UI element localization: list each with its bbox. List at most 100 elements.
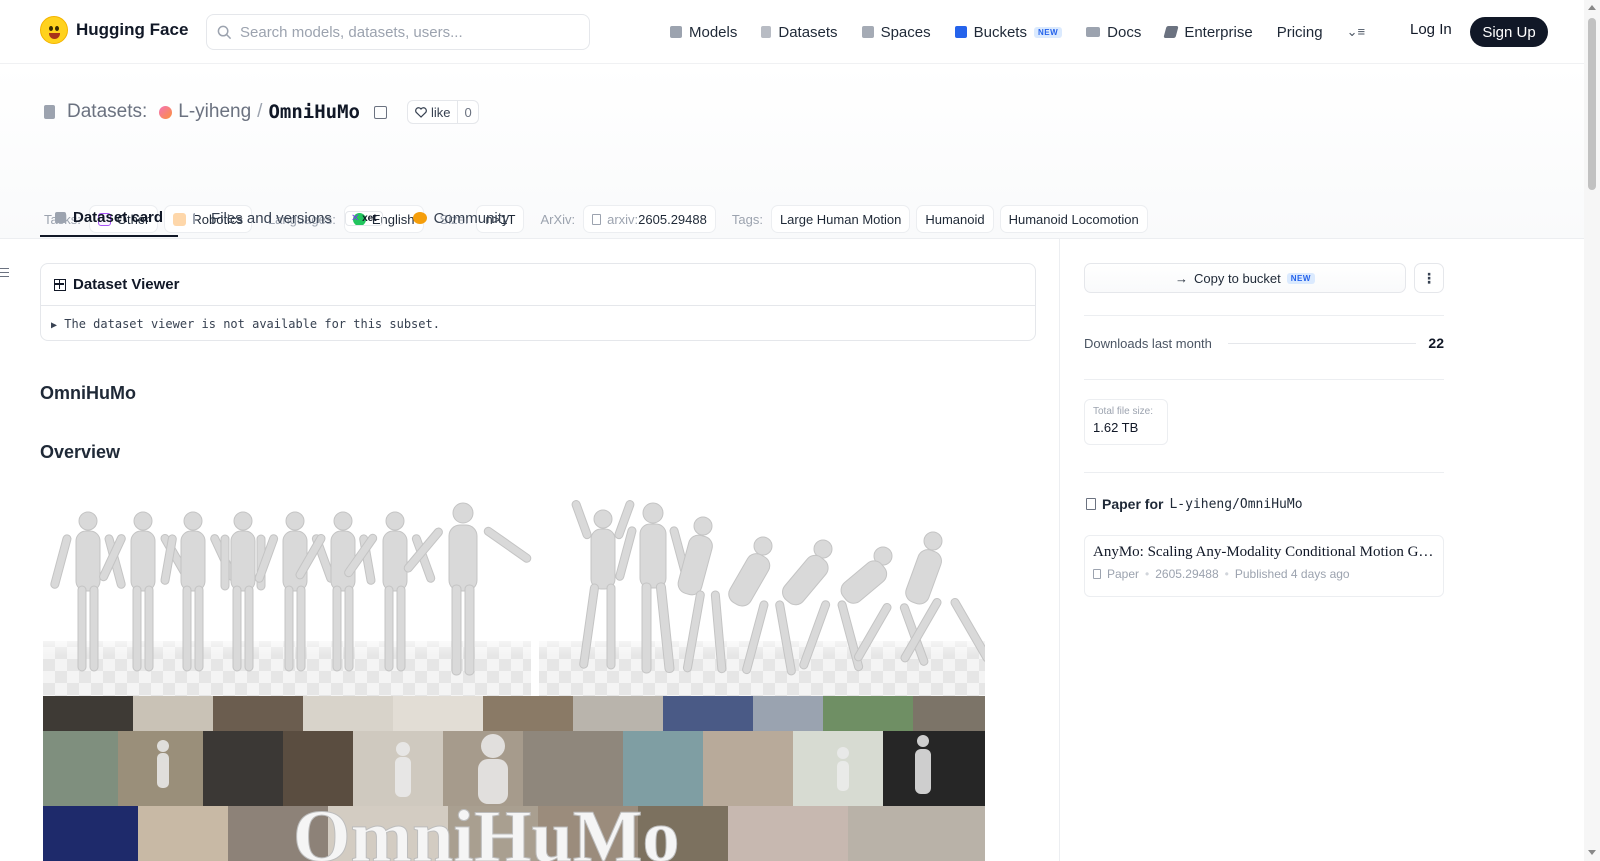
nav-spaces-label: Spaces [880,23,931,41]
arxiv-prefix: arxiv: [607,211,639,227]
file-size-value: 1.62 TB [1093,420,1139,435]
disclosure-triangle-icon: ▶ [51,320,58,331]
file-size-label: Total file size: [1093,406,1154,417]
bucket-actions: → Copy to bucket NEW ⋮ [1084,263,1444,293]
tag-humanoid-locomotion[interactable]: Humanoid Locomotion [999,205,1148,233]
hero-title-text: OmniHuMo [293,796,679,861]
more-menu-icon[interactable]: ⌄≡ [1347,24,1365,40]
hugging-emoji-icon [412,212,427,224]
paper-published: Published 4 days ago [1234,567,1350,581]
section-divider [1084,379,1444,380]
tab-community[interactable]: Community [398,199,525,237]
arrow-right-icon: → [1175,270,1189,286]
section-divider [1084,472,1444,473]
viewer-message: The dataset viewer is not available for … [64,317,440,331]
tag-label-text: Humanoid Locomotion [1008,211,1139,227]
viewer-details[interactable]: ▶ The dataset viewer is not available fo… [41,306,1035,342]
new-badge: NEW [1286,272,1315,284]
downloads-stat: Downloads last month 22 [1084,335,1444,351]
grid-icon [861,26,874,38]
nav-buckets[interactable]: Buckets NEW [954,20,1063,44]
enterprise-icon [1163,26,1179,38]
nav-pricing[interactable]: Pricing [1277,20,1323,44]
path-separator: / [257,101,263,122]
repo-header: Datasets: L-yiheng / OmniHuMo like 0 Tas… [0,64,1584,239]
search-box[interactable] [206,14,590,50]
tag-label-text: Humanoid [925,211,985,227]
bucket-icon [954,26,967,38]
signup-button[interactable]: Sign Up [1470,17,1548,47]
viewer-header: Dataset Viewer [41,264,1035,306]
paper-card[interactable]: AnyMo: Scaling Any-Modality Conditional … [1084,535,1444,597]
copy-bucket-label: Copy to bucket [1194,270,1281,286]
top-navbar: Hugging Face Models Datasets Spaces Buck… [0,0,1584,64]
meta-dot: • [1224,567,1229,581]
tab-label: Community [433,209,510,227]
paper-type: Paper [1107,567,1140,581]
document-icon [592,213,602,225]
nav-pricing-label: Pricing [1276,23,1323,41]
overview-image: OmniHuMo [43,491,985,861]
paper-repo-name: L-yiheng/OmniHuMo [1169,496,1303,512]
viewer-title: Dataset Viewer [73,276,180,293]
dataset-card-content: Dataset Viewer ▶ The dataset viewer is n… [40,263,1036,861]
book-icon [1086,27,1101,37]
section-divider [1084,315,1444,316]
brand-name: Hugging Face [76,20,189,39]
database-icon [44,105,55,119]
scroll-down-arrow-icon[interactable] [1588,850,1596,855]
cube-icon [670,26,682,38]
downloads-sparkline [1227,342,1417,344]
more-options-icon[interactable]: ⋮ [1414,263,1444,293]
downloads-value: 22 [1428,335,1444,351]
toc-toggle-icon[interactable] [0,268,9,277]
dataset-viewer: Dataset Viewer ▶ The dataset viewer is n… [40,263,1036,341]
owner-link[interactable]: L-yiheng [178,101,251,123]
repo-name-link[interactable]: OmniHuMo [268,101,360,123]
table-icon [54,278,66,291]
hugging-face-logo-icon [40,16,68,44]
nav-spaces[interactable]: Spaces [861,20,931,44]
scrollbar-thumb[interactable] [1588,18,1596,190]
like-button[interactable]: like 0 [406,100,479,124]
main-nav: Models Datasets Spaces Buckets NEW Docs … [670,20,1395,44]
arxiv-text: arxiv:2605.29488 [607,212,707,227]
nav-docs-label: Docs [1107,23,1142,41]
nav-docs[interactable]: Docs [1086,20,1141,44]
xet-badge: ✕ xet [344,210,383,226]
tag-label-text: Large Human Motion [779,211,902,227]
paper-icon [1093,569,1101,579]
nav-enterprise-label: Enterprise [1184,23,1253,41]
tab-dataset-card[interactable]: Dataset card [40,199,179,237]
copy-to-bucket-button[interactable]: → Copy to bucket NEW [1084,263,1406,293]
cube-icon [55,211,66,223]
tab-label: Dataset card [73,208,164,226]
nav-datasets-label: Datasets [778,23,838,41]
tab-files[interactable]: Files and versions ✕ xet [178,199,398,237]
files-icon [193,212,204,224]
downloads-label: Downloads last month [1084,335,1212,351]
copy-icon[interactable] [373,105,387,119]
nav-enterprise[interactable]: Enterprise [1163,20,1253,44]
tag-large-human-motion[interactable]: Large Human Motion [770,205,911,233]
scroll-up-arrow-icon[interactable] [1588,5,1596,10]
tag-humanoid[interactable]: Humanoid [916,205,994,233]
search-input[interactable] [240,23,570,41]
login-link[interactable]: Log In [1410,21,1452,38]
paper-meta: Paper • 2605.29488 • Published 4 days ag… [1093,567,1435,581]
xet-icon: ✕ [350,212,360,224]
nav-models-label: Models [689,23,738,41]
like-count: 0 [457,101,477,123]
like-label: like [430,104,451,120]
nav-models[interactable]: Models [670,20,737,44]
column-divider [1059,239,1060,861]
nav-buckets-label: Buckets [973,23,1027,41]
xet-label: xet [362,212,377,224]
nav-datasets[interactable]: Datasets [761,20,838,44]
page-scrollbar[interactable] [1584,0,1600,861]
search-icon [217,25,232,39]
card-heading: OmniHuMo [40,383,136,403]
repo-type-link[interactable]: Datasets: [67,101,147,123]
arxiv-tag[interactable]: arxiv:2605.29488 [583,205,716,233]
hf-logo-link[interactable]: Hugging Face [40,16,188,44]
